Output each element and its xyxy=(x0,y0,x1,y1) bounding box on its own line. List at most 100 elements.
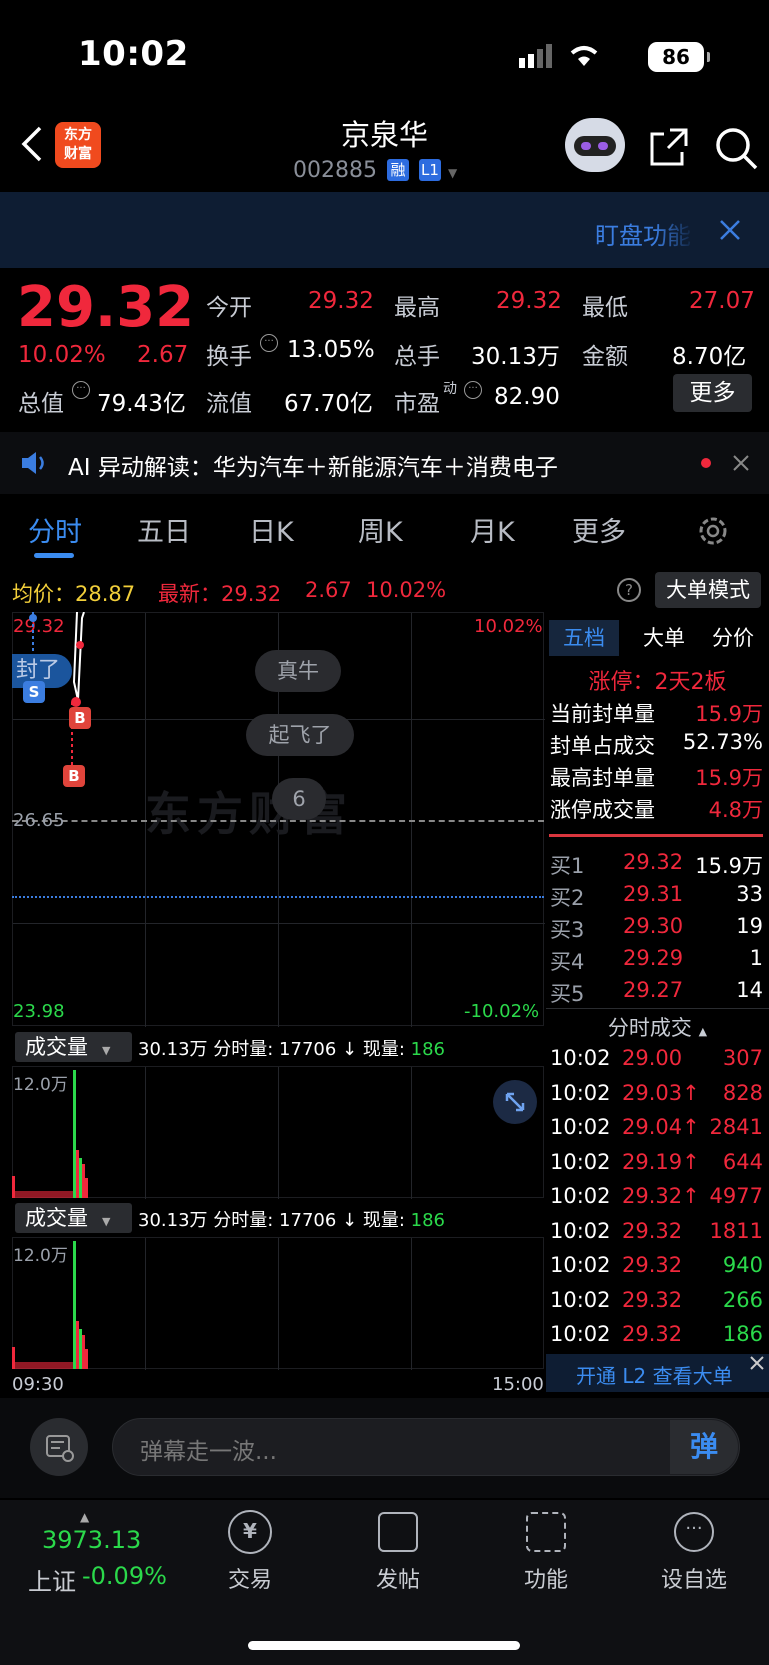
danmu-settings-icon[interactable] xyxy=(30,1418,88,1476)
chevron-down-icon: ▼ xyxy=(447,166,458,180)
stat-row: 封单占成交 52.73% xyxy=(550,730,763,758)
market-cap-label: 总值 xyxy=(18,391,64,417)
volume-info: 30.13万 分时量: 17706 ↓ 现量: 186 xyxy=(138,1210,445,1231)
bid-row: 买2 29.31 33 xyxy=(550,882,763,910)
info-icon[interactable]: ··· xyxy=(260,334,278,352)
y-high-pct: 10.02% xyxy=(474,616,543,637)
gear-icon[interactable] xyxy=(696,514,730,552)
index-value[interactable]: 3973.13 xyxy=(42,1526,141,1554)
tab-daily[interactable]: 日K xyxy=(249,510,294,549)
bid-row: 买4 29.29 1 xyxy=(550,946,763,974)
panel-tab-five-level[interactable]: 五档 xyxy=(549,620,619,656)
danmu-bubble: 6 xyxy=(272,778,326,820)
y-mid-label: 26.65 xyxy=(13,810,65,831)
tick-row: 10:02 29.03↑ 828 xyxy=(550,1081,763,1105)
change-percent: 10.02% xyxy=(18,342,106,368)
high-label: 最高 xyxy=(394,295,440,321)
big-order-mode-button[interactable]: 大单模式 xyxy=(655,572,761,608)
latest-price: 最新：29.32 xyxy=(158,582,282,606)
y-low-label: 23.98 xyxy=(13,1001,65,1022)
low-value: 27.07 xyxy=(689,288,755,314)
nav-trade[interactable]: ¥ 交易 xyxy=(210,1510,290,1594)
volume-info: 30.13万 分时量: 17706 ↓ 现量: 186 xyxy=(138,1039,445,1060)
time-axis-start: 09:30 xyxy=(12,1374,64,1395)
panel-tab-big-order[interactable]: 大单 xyxy=(634,620,694,656)
volume-selector[interactable]: 成交量 ▼ xyxy=(15,1203,132,1233)
grid-icon xyxy=(526,1512,566,1552)
bid-row: 买1 29.32 15.9万 xyxy=(550,850,763,878)
more-button[interactable]: 更多 xyxy=(673,374,752,412)
open-label: 今开 xyxy=(206,295,252,321)
bid-row: 买3 29.30 19 xyxy=(550,914,763,942)
tab-weekly[interactable]: 周K xyxy=(358,510,403,549)
index-change: -0.09% xyxy=(82,1562,167,1590)
tab-indicator xyxy=(34,553,74,558)
search-icon[interactable] xyxy=(714,126,760,176)
volume-value: 30.13万 xyxy=(471,344,560,370)
turnover-value: 13.05% xyxy=(287,337,375,363)
open-value: 29.32 xyxy=(308,288,374,314)
danmu-send-button[interactable]: 弹 xyxy=(670,1420,738,1474)
red-dot-icon xyxy=(701,458,711,468)
change-amount: 2.67 xyxy=(137,342,189,368)
stock-code-row[interactable]: 002885 融 L1 ▼ xyxy=(293,158,457,183)
close-icon[interactable] xyxy=(732,454,750,476)
bid-row: 买5 29.27 14 xyxy=(550,978,763,1006)
tick-row: 10:02 29.19↑ 644 xyxy=(550,1150,763,1174)
volume-bars xyxy=(12,1241,88,1369)
limit-up-streak: 涨停：2天2板 xyxy=(588,670,727,695)
current-price: 29.32 xyxy=(17,275,195,340)
close-icon[interactable] xyxy=(718,218,742,246)
expand-icon[interactable] xyxy=(493,1080,537,1124)
volume-bars xyxy=(12,1070,88,1198)
tick-row: 10:02 29.04↑ 2841 xyxy=(550,1115,763,1139)
float-cap-value: 67.70亿 xyxy=(284,391,373,417)
edit-icon xyxy=(378,1512,418,1552)
panel-tab-price-dist[interactable]: 分价 xyxy=(702,620,764,656)
avg-price: 均价：28.87 xyxy=(12,582,136,606)
latest-chg: 2.67 xyxy=(305,578,352,602)
ticks-title[interactable]: 分时成交 ▲ xyxy=(546,1012,769,1042)
nav-add-watchlist[interactable]: ··· 设自选 xyxy=(652,1510,736,1594)
volume-label: 总手 xyxy=(394,344,440,370)
close-icon[interactable] xyxy=(748,1354,766,1376)
nav-functions[interactable]: 功能 xyxy=(506,1510,586,1594)
low-label: 最低 xyxy=(582,295,628,321)
chevron-up-icon: ▲ xyxy=(80,1510,90,1524)
l2-promo-text: 开通 L2 查看大单 xyxy=(576,1364,733,1388)
help-icon[interactable]: ? xyxy=(617,578,641,602)
tab-more[interactable]: 更多 xyxy=(572,510,626,549)
stat-row: 当前封单量 15.9万 xyxy=(550,702,763,726)
chevron-up-icon: ▲ xyxy=(698,1025,708,1038)
sell-marker[interactable]: S xyxy=(23,681,45,703)
app-root: 10:02 86 东方 财富 京泉华 002885 融 L1 ▼ 盯盘功能 29.… xyxy=(0,0,769,1665)
tab-five-day[interactable]: 五日 xyxy=(137,510,191,549)
volume-selector-label: 成交量 xyxy=(25,1035,88,1059)
pe-sup: 动 xyxy=(443,381,457,397)
index-name: 上证 xyxy=(28,1568,76,1596)
stat-row: 最高封单量 15.9万 xyxy=(550,766,763,790)
amount-label: 金额 xyxy=(582,344,628,370)
tick-row: 10:02 29.32↑ 4977 xyxy=(550,1184,763,1208)
buy-marker[interactable]: B xyxy=(69,707,91,729)
danmu-placeholder: 弹幕走一波... xyxy=(140,1439,277,1465)
divider xyxy=(546,1008,769,1009)
tab-monthly[interactable]: 月K xyxy=(470,510,515,549)
prev-close-line xyxy=(12,820,544,822)
speaker-icon xyxy=(20,450,48,480)
tab-intraday[interactable]: 分时 xyxy=(28,510,82,549)
chevron-down-icon: ▼ xyxy=(102,1044,111,1057)
info-icon[interactable]: ··· xyxy=(464,381,482,399)
volume-selector[interactable]: 成交量 ▼ xyxy=(15,1032,132,1062)
info-icon[interactable]: ··· xyxy=(72,381,90,399)
danmu-send-label: 弹 xyxy=(689,1430,718,1463)
wifi-icon xyxy=(567,42,601,72)
share-icon[interactable] xyxy=(648,126,690,172)
nav-post[interactable]: 发帖 xyxy=(358,1510,438,1594)
stock-code: 002885 xyxy=(293,158,377,183)
robot-assistant-icon[interactable] xyxy=(565,118,625,172)
level-tag: L1 xyxy=(418,159,441,181)
buy-marker[interactable]: B xyxy=(63,765,85,787)
tick-row: 10:02 29.32 186 xyxy=(550,1322,763,1346)
tick-row: 10:02 29.32 1811 xyxy=(550,1219,763,1243)
